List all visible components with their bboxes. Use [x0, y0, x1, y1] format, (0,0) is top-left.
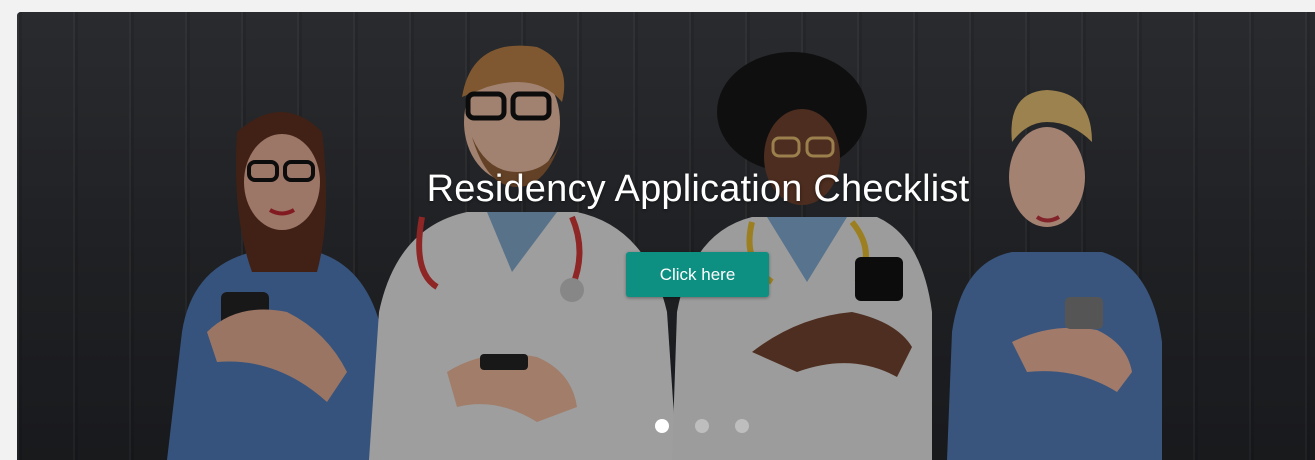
click-here-button[interactable]: Click here	[626, 252, 769, 297]
hero-title: Residency Application Checklist	[426, 168, 970, 210]
carousel-dot-3[interactable]	[735, 419, 749, 433]
carousel-dot-2[interactable]	[695, 419, 709, 433]
carousel-pagination	[655, 418, 749, 434]
page: Residency Application Checklist Click he…	[0, 0, 1315, 460]
hero-content: Residency Application Checklist Click he…	[17, 12, 1315, 460]
carousel-dot-1[interactable]	[655, 419, 669, 433]
hero-banner: Residency Application Checklist Click he…	[17, 12, 1315, 460]
